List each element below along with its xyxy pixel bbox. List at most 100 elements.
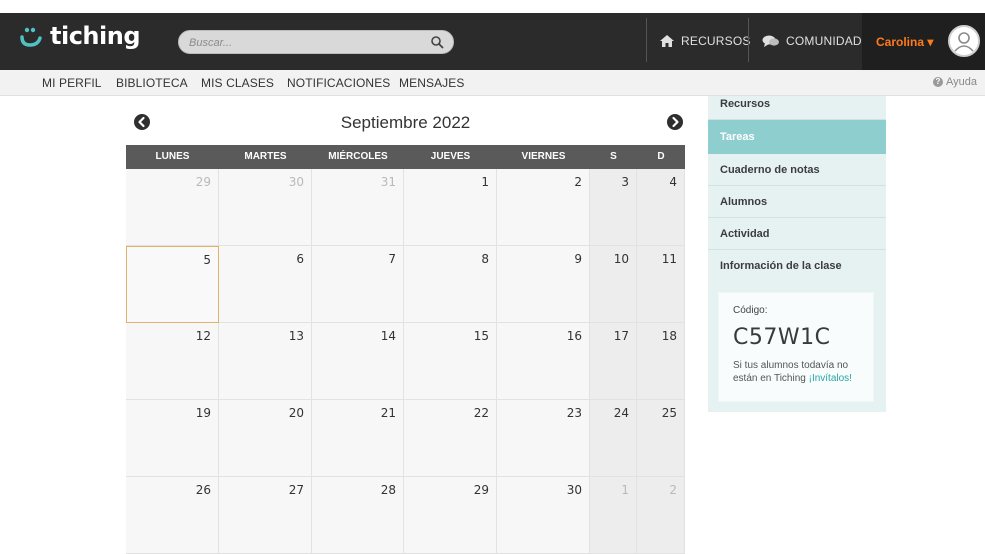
logo-text: tiching (50, 22, 141, 50)
class-code-card: Código: C57W1C Si tus alumnos todavía no… (718, 292, 874, 402)
calendar-day-cell[interactable]: 8 (404, 246, 497, 323)
day-number: 13 (288, 329, 304, 343)
day-number: 3 (621, 175, 629, 189)
day-number: 12 (195, 329, 211, 343)
search-input[interactable] (189, 34, 419, 51)
sidebar-item-tareas[interactable]: Tareas (708, 120, 886, 154)
help-label: Ayuda (946, 76, 977, 88)
weekday-label: MARTES (244, 151, 287, 162)
calendar-day-cell[interactable]: 15 (404, 323, 497, 400)
calendar-day-cell[interactable]: 13 (219, 323, 312, 400)
day-number: 10 (613, 252, 629, 266)
user-name[interactable]: Carolina ▾ (876, 35, 933, 49)
calendar-day-cell[interactable]: 4 (637, 169, 685, 246)
calendar-day-cell[interactable]: 20 (219, 400, 312, 477)
sidebar-item-actividad[interactable]: Actividad (708, 218, 886, 250)
calendar-day-cell[interactable]: 5 (126, 246, 219, 323)
day-number: 1 (481, 175, 489, 189)
nav-recursos[interactable]: RECURSOS (659, 20, 751, 62)
day-number: 20 (288, 406, 304, 420)
calendar-day-cell[interactable]: 14 (312, 323, 404, 400)
logo-mark-icon (18, 23, 44, 49)
calendar-day-cell[interactable]: 27 (219, 477, 312, 554)
calendar-day-cell[interactable]: 24 (590, 400, 637, 477)
invite-link[interactable]: ¡Invítalos! (809, 373, 852, 384)
weekday-label: LUNES (155, 151, 190, 162)
calendar-day-cell[interactable]: 18 (637, 323, 685, 400)
day-number: 14 (380, 329, 396, 343)
day-number: 9 (574, 252, 582, 266)
tiching-logo[interactable]: tiching (18, 20, 141, 52)
day-number: 22 (473, 406, 489, 420)
day-number: 21 (380, 406, 396, 420)
calendar-day-cell[interactable]: 11 (637, 246, 685, 323)
nav-comunidad-label: COMUNIDAD (786, 34, 862, 48)
calendar-day-cell[interactable]: 30 (497, 477, 590, 554)
day-number: 28 (380, 483, 396, 497)
calendar-day-cell[interactable]: 23 (497, 400, 590, 477)
sidebar-item-recursos[interactable]: Recursos (708, 96, 886, 120)
calendar-day-cell[interactable]: 9 (497, 246, 590, 323)
day-number: 25 (661, 406, 677, 420)
nav-recursos-label: RECURSOS (681, 34, 751, 48)
weekday-label: D (657, 151, 665, 162)
calendar-day-cell[interactable]: 31 (312, 169, 404, 246)
calendar-day-cell[interactable]: 19 (126, 400, 219, 477)
search-icon[interactable] (430, 35, 445, 50)
day-number: 31 (380, 175, 396, 189)
weekday-label: VIERNES (521, 151, 566, 162)
calendar-day-cell[interactable]: 30 (219, 169, 312, 246)
calendar-day-cell[interactable]: 25 (637, 400, 685, 477)
day-number: 8 (481, 252, 489, 266)
day-number: 17 (613, 329, 629, 343)
calendar-day-cell[interactable]: 17 (590, 323, 637, 400)
calendar-day-cell[interactable]: 29 (126, 169, 219, 246)
calendar-day-cell[interactable]: 1 (590, 477, 637, 554)
calendar-day-cell[interactable]: 1 (404, 169, 497, 246)
subnav-mi-perfil[interactable]: MI PERFIL (42, 76, 102, 90)
subnav-biblioteca[interactable]: BIBLIOTECA (116, 76, 188, 90)
calendar-day-cell[interactable]: 10 (590, 246, 637, 323)
subnav-mis-clases[interactable]: MIS CLASES (201, 76, 274, 90)
day-number: 26 (195, 483, 211, 497)
calendar-day-cell[interactable]: 16 (497, 323, 590, 400)
calendar-day-cell[interactable]: 28 (312, 477, 404, 554)
calendar-day-cell[interactable]: 3 (590, 169, 637, 246)
calendar-day-cell[interactable]: 22 (404, 400, 497, 477)
code-label: Código: (733, 305, 768, 316)
calendar-day-cell[interactable]: 2 (637, 477, 685, 554)
calendar-day-cell[interactable]: 29 (404, 477, 497, 554)
secondary-nav: MI PERFIL BIBLIOTECA MIS CLASES NOTIFICA… (0, 70, 985, 96)
calendar-day-cell[interactable]: 26 (126, 477, 219, 554)
calendar: Septiembre 2022 LUNES MARTES MIÉRCOLES J… (126, 105, 685, 554)
day-number: 18 (661, 329, 677, 343)
nav-comunidad[interactable]: COMUNIDAD (762, 20, 862, 62)
calendar-grid: 29 30 31 1 2 3 4 5 6 7 8 9 10 11 12 13 14 15 16 17 18 19 20 21 2… (126, 169, 685, 554)
user-menu[interactable]: Carolina ▾ (862, 13, 985, 70)
subnav-notificaciones[interactable]: NOTIFICACIONES (287, 76, 390, 90)
day-number: 30 (566, 483, 582, 497)
day-number: 23 (566, 406, 582, 420)
weekday-header: LUNES MARTES MIÉRCOLES JUEVES VIERNES S … (126, 145, 685, 169)
help-link[interactable]: ? Ayuda (933, 76, 977, 88)
day-number: 5 (203, 253, 211, 267)
day-number: 27 (288, 483, 304, 497)
chevron-right-icon (672, 116, 679, 128)
next-month-button[interactable] (667, 114, 683, 130)
nav-separator (646, 18, 647, 62)
code-help-text: Si tus alumnos todavía no están en Tichi… (733, 360, 852, 384)
day-number: 11 (661, 252, 677, 266)
subnav-mensajes[interactable]: MENSAJES (399, 76, 464, 90)
day-number: 19 (195, 406, 211, 420)
calendar-day-cell[interactable]: 12 (126, 323, 219, 400)
sidebar-item-alumnos[interactable]: Alumnos (708, 186, 886, 218)
calendar-day-cell[interactable]: 2 (497, 169, 590, 246)
calendar-day-cell[interactable]: 6 (219, 246, 312, 323)
sidebar-item-informacion[interactable]: Información de la clase (708, 250, 886, 282)
search-box (178, 30, 454, 54)
calendar-day-cell[interactable]: 7 (312, 246, 404, 323)
calendar-day-cell[interactable]: 21 (312, 400, 404, 477)
sidebar-item-cuaderno[interactable]: Cuaderno de notas (708, 154, 886, 186)
day-number: 29 (473, 483, 489, 497)
avatar[interactable] (948, 25, 980, 57)
